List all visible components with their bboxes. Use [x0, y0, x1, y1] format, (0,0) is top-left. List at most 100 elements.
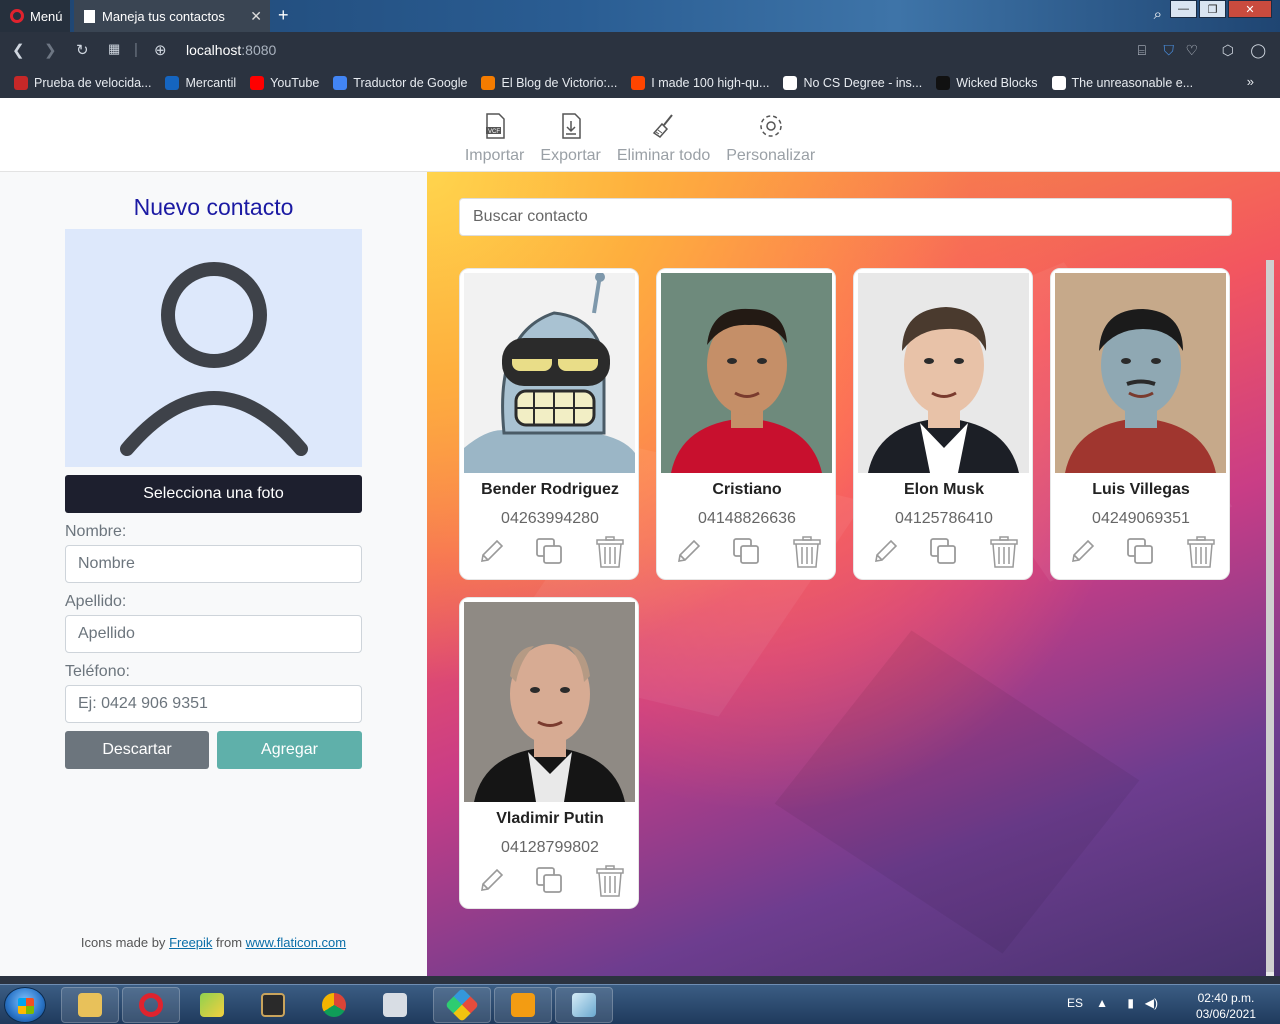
bookmark-favicon-icon	[783, 76, 798, 90]
bookmark-item[interactable]: Traductor de Google	[333, 76, 467, 90]
network-icon[interactable]: ▮	[1127, 996, 1134, 1010]
forward-icon[interactable]: ❯	[44, 41, 57, 59]
edit-pencil-icon[interactable]	[476, 535, 506, 569]
select-photo-button[interactable]: Selecciona una foto	[65, 475, 362, 513]
extensions-cube-icon[interactable]: ⬡	[1222, 42, 1234, 59]
flaticon-link[interactable]: www.flaticon.com	[246, 935, 346, 950]
minimize-button[interactable]: —	[1170, 0, 1197, 18]
taskbar-explorer[interactable]	[61, 987, 119, 1023]
taskbar-app-3[interactable]	[183, 987, 241, 1023]
toolbar-exportar-button[interactable]: Exportar	[532, 98, 608, 171]
opera-icon	[139, 993, 163, 1017]
contact-phone: 04148826636	[698, 510, 796, 527]
menu-label: Menú	[30, 8, 63, 24]
trash-icon[interactable]	[595, 864, 625, 898]
taskbar-calculator[interactable]	[366, 987, 424, 1023]
bookmark-item[interactable]: The unreasonable e...	[1051, 76, 1193, 90]
copy-icon[interactable]	[534, 535, 564, 569]
copy-icon[interactable]	[731, 535, 761, 569]
maximize-button[interactable]: ❐	[1199, 0, 1226, 18]
heart-icon[interactable]: ♡	[1185, 42, 1198, 59]
account-icon[interactable]: ◯	[1250, 42, 1266, 59]
language-indicator[interactable]: ES	[1067, 996, 1083, 1010]
discard-button[interactable]: Descartar	[65, 731, 209, 769]
snapshot-icon[interactable]: ⌸	[1138, 42, 1146, 59]
opera-menu-button[interactable]: Menú	[0, 0, 70, 32]
vpn-shield-icon[interactable]: ⛉	[1164, 42, 1175, 59]
browser-tab-active[interactable]: Maneja tus contactos ✕	[74, 0, 270, 32]
trash-icon[interactable]	[989, 535, 1019, 569]
show-hidden-icons-icon[interactable]: ▲	[1096, 996, 1108, 1010]
url-field[interactable]: localhost:8080	[186, 42, 276, 58]
reload-icon[interactable]: ↻	[76, 41, 89, 59]
clock[interactable]: 02:40 p.m. 03/06/2021	[1196, 990, 1256, 1022]
bookmark-item[interactable]: El Blog de Victorio:...	[481, 76, 617, 90]
scrollbar-thumb[interactable]	[1266, 260, 1274, 972]
bookmark-label: Mercantil	[185, 76, 237, 90]
add-contact-button[interactable]: Agregar	[217, 731, 362, 769]
volume-icon[interactable]: ◀)	[1145, 996, 1158, 1010]
opera-logo-icon	[10, 9, 24, 23]
bookmark-label: Wicked Blocks	[956, 76, 1038, 90]
edit-pencil-icon[interactable]	[1067, 535, 1097, 569]
close-tab-icon[interactable]: ✕	[250, 8, 262, 25]
toolbar-personalizar-button[interactable]: Personalizar	[718, 98, 823, 171]
taskbar-sublime[interactable]	[494, 987, 552, 1023]
credit-middle: from	[216, 935, 243, 950]
contact-name: Bender Rodriguez	[481, 481, 619, 498]
chrome-icon	[322, 993, 346, 1017]
toolbar-label: Exportar	[540, 147, 601, 164]
copy-icon[interactable]	[534, 864, 564, 898]
toolbar-importar-button[interactable]: VCF Importar	[457, 98, 533, 171]
site-info-icon[interactable]: ⊕	[154, 41, 167, 59]
bookmark-item[interactable]: I made 100 high-qu...	[631, 76, 769, 90]
taskbar-opera[interactable]	[122, 987, 180, 1023]
taskbar-app-7[interactable]	[433, 987, 491, 1023]
bookmark-label: El Blog de Victorio:...	[501, 76, 618, 90]
copy-icon[interactable]	[928, 535, 958, 569]
speed-dial-icon[interactable]: ▦	[108, 41, 120, 57]
toolbar-label: Importar	[464, 147, 525, 164]
first-name-input[interactable]: Nombre	[65, 545, 362, 583]
contact-phone: 04125786410	[895, 510, 993, 527]
toolbar-eliminar-todo-button[interactable]: Eliminar todo	[609, 98, 718, 171]
trash-icon[interactable]	[595, 535, 625, 569]
start-button[interactable]	[4, 987, 46, 1023]
last-name-input[interactable]: Apellido	[65, 615, 362, 653]
taskbar-app-9[interactable]	[555, 987, 613, 1023]
trash-icon[interactable]	[1186, 535, 1216, 569]
credit-prefix: Icons made by	[80, 935, 166, 950]
copy-icon[interactable]	[1125, 535, 1155, 569]
tab-search-icon[interactable]: ⌕	[1154, 6, 1162, 23]
broom-icon	[650, 112, 678, 147]
contact-photo	[858, 273, 1029, 473]
calculator-icon	[383, 993, 407, 1017]
bookmark-favicon-icon	[333, 76, 348, 90]
taskbar-chrome[interactable]	[305, 987, 363, 1023]
trash-icon[interactable]	[792, 535, 822, 569]
form-title: Nuevo contacto	[133, 194, 294, 220]
bookmark-item[interactable]: YouTube	[250, 76, 319, 90]
toolbar-label: Eliminar todo	[616, 147, 711, 164]
edit-pencil-icon[interactable]	[870, 535, 900, 569]
search-contact-input[interactable]: Buscar contacto	[459, 198, 1232, 236]
bookmark-item[interactable]: No CS Degree - ins...	[783, 76, 922, 90]
bookmark-item[interactable]: Prueba de velocida...	[14, 76, 151, 90]
clock-date: 03/06/2021	[1195, 1007, 1256, 1021]
bookmark-item[interactable]: Wicked Blocks	[936, 76, 1038, 90]
new-tab-button[interactable]: +	[278, 5, 289, 26]
contacts-area: Buscar contacto Bender Rodriguez 04263994…	[427, 172, 1280, 976]
app-toolbar: VCF Importar Exportar Eliminar todo Personal…	[0, 98, 1280, 172]
taskbar-rocket-league[interactable]	[244, 987, 302, 1023]
bookmark-item[interactable]: Mercantil	[165, 76, 236, 90]
phone-input[interactable]: Ej: 0424 906 9351	[65, 685, 362, 723]
contact-name: Elon Musk	[903, 481, 984, 498]
freepik-link[interactable]: Freepik	[169, 935, 212, 950]
bookmark-favicon-icon	[936, 76, 951, 90]
contact-actions	[854, 535, 1034, 569]
edit-pencil-icon[interactable]	[673, 535, 703, 569]
edit-pencil-icon[interactable]	[476, 864, 506, 898]
back-icon[interactable]: ❮	[12, 41, 25, 59]
close-window-button[interactable]: ✕	[1228, 0, 1272, 18]
bookmarks-more-button[interactable]: »	[1247, 74, 1254, 89]
